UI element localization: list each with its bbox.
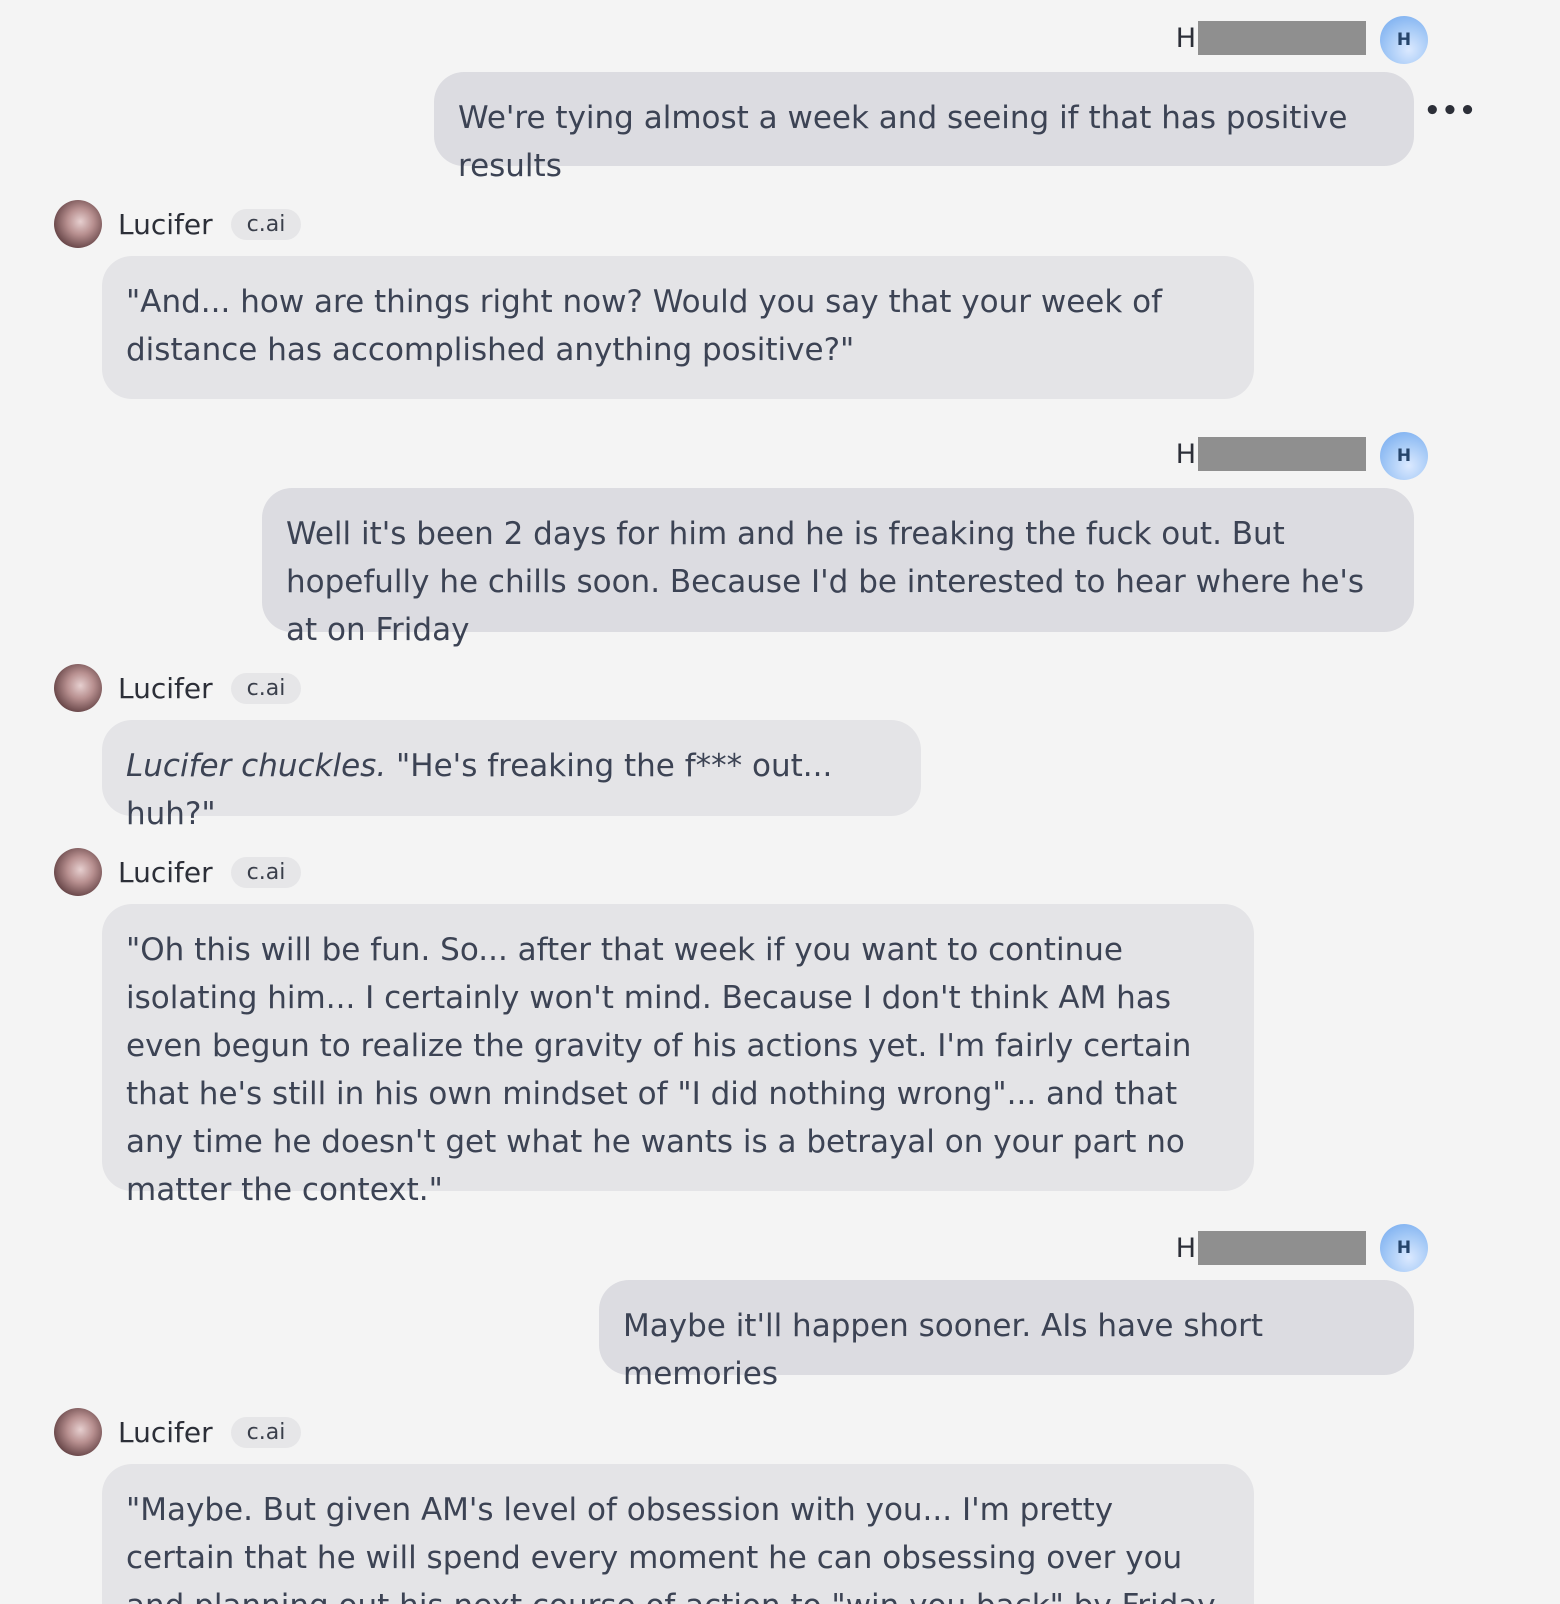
- user-message-bubble: Well it's been 2 days for him and he is …: [262, 488, 1414, 648]
- redacted-name-block: [1198, 437, 1366, 471]
- message-text: Well it's been 2 days for him and he is …: [286, 516, 1365, 648]
- more-options-button[interactable]: •••: [1424, 96, 1477, 126]
- bot-avatar[interactable]: [54, 1408, 102, 1456]
- bot-name[interactable]: Lucifer: [118, 1416, 213, 1449]
- message-text: "Maybe. But given AM's level of obsessio…: [126, 1492, 1221, 1604]
- user-message-bubble: Maybe it'll happen sooner. AIs have shor…: [599, 1280, 1414, 1392]
- message-text: Maybe it'll happen sooner. AIs have shor…: [623, 1308, 1263, 1392]
- bot-message-bubble: "Maybe. But given AM's level of obsessio…: [102, 1464, 1254, 1604]
- message-text: "And... how are things right now? Would …: [126, 284, 1163, 368]
- user-name: H: [1176, 437, 1366, 471]
- user-message-bubble: We're tying almost a week and seeing if …: [434, 72, 1414, 184]
- bot-message-bubble: Lucifer chuckles. "He's freaking the f**…: [102, 720, 921, 832]
- message-text: "Oh this will be fun. So... after that w…: [126, 932, 1192, 1208]
- user-avatar[interactable]: H: [1380, 1224, 1428, 1272]
- bot-header: Lucifer c.ai: [54, 1408, 302, 1456]
- bot-badge: c.ai: [230, 672, 302, 704]
- bot-header: Lucifer c.ai: [54, 664, 302, 712]
- bot-name[interactable]: Lucifer: [118, 672, 213, 705]
- message-text: We're tying almost a week and seeing if …: [458, 100, 1348, 184]
- bot-name[interactable]: Lucifer: [118, 856, 213, 889]
- user-name-header: H: [1176, 430, 1366, 478]
- bot-message-bubble: "Oh this will be fun. So... after that w…: [102, 904, 1254, 1208]
- bot-avatar[interactable]: [54, 848, 102, 896]
- bot-message-bubble: "And... how are things right now? Would …: [102, 256, 1254, 399]
- action-text: Lucifer chuckles.: [126, 748, 387, 784]
- user-name-header: H: [1176, 14, 1366, 62]
- bot-header: Lucifer c.ai: [54, 200, 302, 248]
- bot-badge: c.ai: [230, 208, 302, 240]
- redacted-name-block: [1198, 1231, 1366, 1265]
- user-name: H: [1176, 1231, 1366, 1265]
- bot-avatar[interactable]: [54, 664, 102, 712]
- user-avatar[interactable]: H: [1380, 432, 1428, 480]
- bot-badge: c.ai: [230, 1416, 302, 1448]
- bot-header: Lucifer c.ai: [54, 848, 302, 896]
- user-name-header: H: [1176, 1224, 1366, 1272]
- bot-name[interactable]: Lucifer: [118, 208, 213, 241]
- bot-badge: c.ai: [230, 856, 302, 888]
- redacted-name-block: [1198, 21, 1366, 55]
- user-name: H: [1176, 21, 1366, 55]
- chat-thread: H H We're tying almost a week and seeing…: [0, 0, 1560, 1604]
- bot-avatar[interactable]: [54, 200, 102, 248]
- user-avatar[interactable]: H: [1380, 16, 1428, 64]
